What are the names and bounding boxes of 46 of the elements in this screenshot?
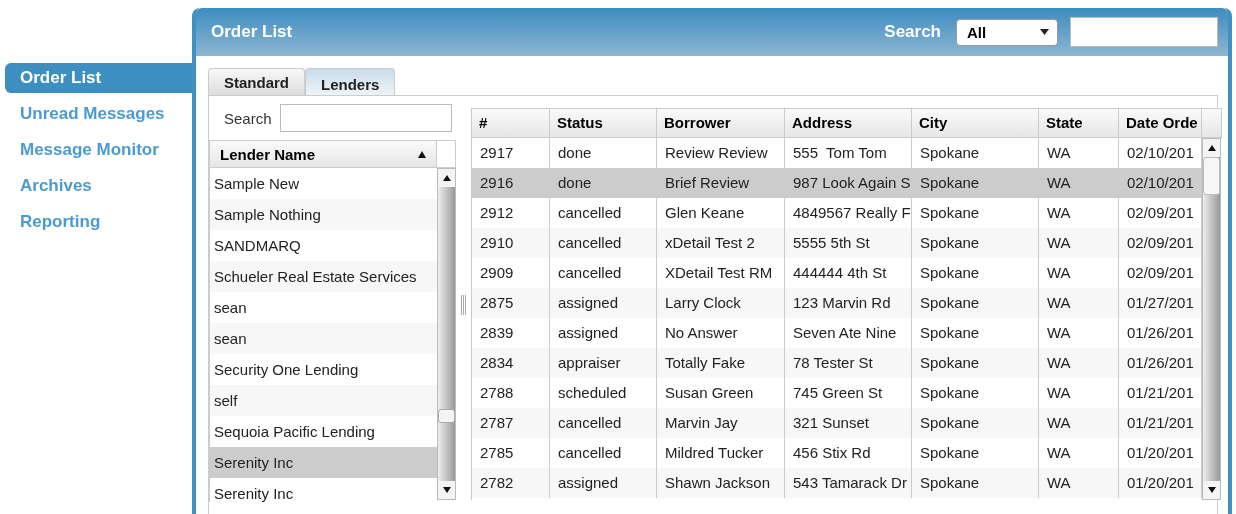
sidebar-item[interactable]: Order List xyxy=(5,63,192,93)
table-cell: WA xyxy=(1039,468,1119,498)
column-header[interactable]: State xyxy=(1039,109,1119,137)
table-cell: 01/20/201 xyxy=(1119,468,1202,498)
table-cell: Spokane xyxy=(912,468,1039,498)
table-cell: 543 Tamarack Dr xyxy=(785,468,912,498)
table-cell: assigned xyxy=(550,468,657,498)
caret-icon xyxy=(1040,29,1049,35)
column-header[interactable]: Lender Name xyxy=(210,141,437,167)
scope-dropdown[interactable]: All xyxy=(956,18,1058,46)
search-label: Search xyxy=(224,109,272,127)
column-header[interactable]: Date Orde xyxy=(1119,109,1202,137)
lender-row[interactable]: sean xyxy=(210,323,437,354)
splitter-handle[interactable] xyxy=(461,295,466,315)
tab[interactable]: Lenders xyxy=(305,68,396,95)
lender-row[interactable]: Sample Nothing xyxy=(210,199,437,230)
table-row[interactable]: 2782 assigned Shawn Jackson 543 Tamarack Dr Spokane WA 01/20/201 xyxy=(472,468,1202,498)
scroll-down-icon[interactable] xyxy=(442,487,451,493)
table-row[interactable]: 2916 done Brief Review 987 Look Again S Spokane WA 02/10/201 xyxy=(472,168,1202,198)
scroll-thumb[interactable] xyxy=(1203,157,1220,195)
scrollbar[interactable] xyxy=(1202,138,1221,500)
search-field[interactable] xyxy=(1070,17,1218,47)
sort-icon xyxy=(418,150,426,158)
column-header[interactable]: Address xyxy=(785,109,912,137)
column-header[interactable]: # xyxy=(472,109,550,137)
lender-row[interactable]: Schueler Real Estate Services xyxy=(210,261,437,292)
lender-search-field[interactable] xyxy=(279,104,452,132)
scroll-up-icon[interactable] xyxy=(442,175,451,181)
tab[interactable]: Standard xyxy=(208,68,305,95)
scroll-down-icon[interactable] xyxy=(1207,487,1216,493)
table-cell: Shawn Jackson xyxy=(657,468,785,498)
table-row[interactable]: 2910 cancelled xDetail Test 2 5555 5th St Spokane WA 02/09/201 xyxy=(472,228,1202,258)
column-header[interactable]: Status xyxy=(550,109,657,137)
scroll-up-icon[interactable] xyxy=(1207,145,1216,151)
table-row[interactable]: 2787 cancelled Marvin Jay 321 Sunset Spokane WA 01/21/201 xyxy=(472,408,1202,438)
table-row[interactable]: 2875 assigned Larry Clock 123 Marvin Rd Spokane WA 01/27/201 xyxy=(472,288,1202,318)
column-header[interactable]: Borrower xyxy=(657,109,785,137)
scrollbar[interactable] xyxy=(437,168,456,500)
panel-title: Order List xyxy=(211,22,294,42)
table-row[interactable]: 2834 appraiser Totally Fake 78 Tester St Spokane WA 01/26/201 xyxy=(472,348,1202,378)
search-label: Search xyxy=(884,22,941,42)
column-header[interactable]: City xyxy=(912,109,1039,137)
lender-row[interactable]: Serenity Inc xyxy=(210,447,437,478)
lender-row[interactable]: self xyxy=(210,385,437,416)
table-cell: 2782 xyxy=(472,468,550,498)
scroll-thumb[interactable] xyxy=(438,409,455,423)
